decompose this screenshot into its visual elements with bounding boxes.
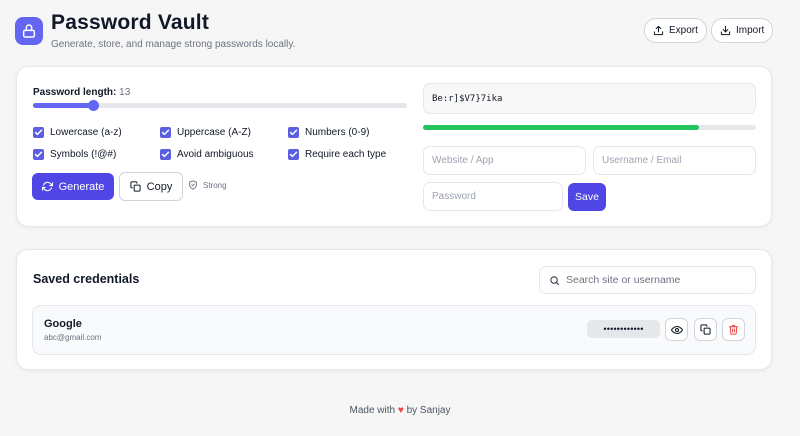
app-subtitle: Generate, store, and manage strong passw… (51, 39, 296, 50)
footer-suffix: by Sanjay (406, 405, 451, 416)
strength-label: Strong (203, 180, 227, 190)
save-button[interactable]: Save (568, 183, 606, 211)
check-icon (34, 151, 43, 158)
app-logo (15, 17, 43, 45)
masked-password: •••••••••••• (587, 320, 660, 338)
option-label: Uppercase (A-Z) (177, 127, 251, 138)
trash-icon (728, 324, 739, 335)
option-label: Require each type (305, 149, 387, 160)
check-icon (289, 151, 298, 158)
check-icon (161, 129, 170, 136)
strength-indicator: Strong (188, 180, 227, 190)
option-label: Symbols (!@#) (50, 149, 117, 160)
length-value: 13 (119, 87, 131, 98)
check-icon (161, 151, 170, 158)
copy-credential-button[interactable] (694, 318, 717, 341)
option-uppercase[interactable]: Uppercase (A-Z) (160, 127, 251, 138)
username-input[interactable] (593, 146, 756, 175)
refresh-icon (41, 181, 53, 192)
download-icon (720, 25, 731, 36)
search-box[interactable] (539, 266, 756, 294)
option-avoid-ambiguous[interactable]: Avoid ambiguous (160, 149, 254, 160)
option-lowercase[interactable]: Lowercase (a-z) (33, 127, 122, 138)
upload-icon (653, 25, 664, 36)
checkbox[interactable] (33, 127, 44, 138)
copy-icon (130, 181, 141, 192)
checkbox[interactable] (160, 149, 171, 160)
lock-icon (22, 24, 36, 38)
credential-site: Google (44, 318, 82, 330)
strength-meter-fill (423, 125, 699, 130)
export-button[interactable]: Export (644, 18, 707, 43)
option-label: Numbers (0-9) (305, 127, 370, 138)
length-slider-thumb[interactable] (88, 100, 99, 111)
eye-icon (670, 325, 683, 334)
website-input[interactable] (423, 146, 586, 175)
checkbox[interactable] (288, 149, 299, 160)
checkbox[interactable] (33, 149, 44, 160)
copy-label: Copy (146, 180, 173, 193)
generated-password[interactable]: Be:r]$V7}7ika (423, 83, 756, 114)
search-input[interactable] (566, 274, 746, 286)
copy-icon (700, 324, 711, 335)
saved-title: Saved credentials (33, 272, 140, 286)
generate-button[interactable]: Generate (32, 173, 114, 200)
option-symbols[interactable]: Symbols (!@#) (33, 149, 116, 160)
footer-prefix: Made with (349, 405, 396, 416)
checkbox[interactable] (288, 127, 299, 138)
shield-icon (189, 180, 197, 190)
heart-icon: ♥ (397, 405, 404, 416)
footer: Made with ♥ by Sanjay (0, 405, 800, 416)
option-require-each[interactable]: Require each type (288, 149, 386, 160)
option-numbers[interactable]: Numbers (0-9) (288, 127, 369, 138)
option-label: Avoid ambiguous (177, 149, 254, 160)
copy-button[interactable]: Copy (119, 172, 183, 201)
generate-label: Generate (58, 180, 105, 193)
check-icon (34, 129, 43, 136)
check-icon (289, 129, 298, 136)
credential-username: abc@gmail.com (44, 333, 102, 342)
checkbox[interactable] (160, 127, 171, 138)
import-label: Import (736, 25, 765, 36)
length-slider-fill (33, 103, 93, 108)
length-label: Password length: 13 (33, 87, 131, 98)
reveal-password-button[interactable] (665, 318, 688, 341)
app-title: Password Vault (51, 11, 210, 34)
import-button[interactable]: Import (711, 18, 774, 43)
password-input[interactable] (423, 182, 563, 211)
option-label: Lowercase (a-z) (50, 127, 122, 138)
search-icon (550, 275, 560, 285)
export-label: Export (669, 25, 698, 36)
delete-credential-button[interactable] (722, 318, 745, 341)
